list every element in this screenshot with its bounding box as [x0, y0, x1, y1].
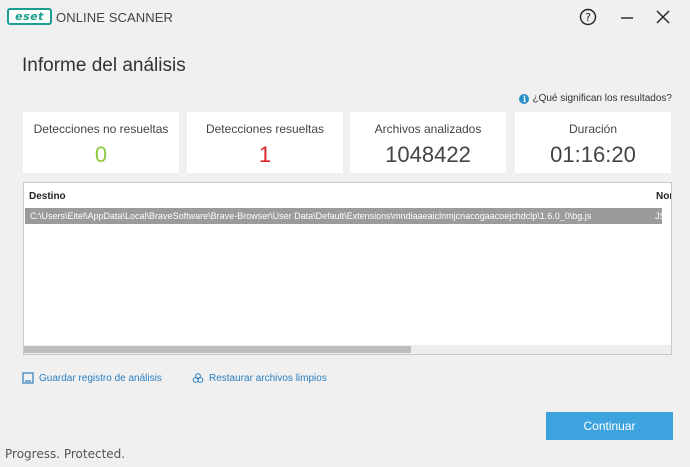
continue-button[interactable]: Continuar — [546, 412, 673, 440]
stat-value: 01:16:20 — [550, 142, 636, 167]
stat-duration: Duración 01:16:20 — [515, 112, 671, 173]
column-header-nombre[interactable]: Nombre — [656, 191, 671, 202]
stat-label: Duración — [568, 122, 618, 136]
row-path: C:\Users\Eitel\AppData\Local\BraveSoftwa… — [30, 211, 592, 221]
biohazard-icon — [192, 373, 204, 383]
close-button[interactable] — [652, 6, 674, 28]
stat-value: 0 — [94, 142, 108, 167]
close-icon — [656, 10, 670, 24]
detections-table[interactable]: Destino Nombre C:\Users\Eitel\AppData\Lo… — [23, 182, 672, 355]
stat-unresolved: Detecciones no resueltas 0 — [23, 112, 179, 173]
stat-value: 1048422 — [385, 142, 471, 167]
svg-text:?: ? — [585, 11, 591, 24]
row-name: JS — [655, 211, 662, 221]
restore-clean-files-link[interactable]: Restaurar archivos limpios — [192, 372, 327, 384]
save-log-icon — [22, 372, 34, 384]
app-name: ONLINE SCANNER — [56, 10, 173, 25]
stats-panel: Detecciones no resueltas 0 Detecciones r… — [23, 112, 673, 173]
title-bar: eset ONLINE SCANNER ? — [0, 0, 690, 32]
column-header-destino[interactable]: Destino — [29, 191, 66, 202]
minimize-icon — [621, 17, 633, 19]
info-icon: i — [519, 93, 530, 104]
help-icon: ? — [579, 8, 597, 26]
table-header: Destino Nombre — [24, 183, 671, 207]
eset-logo: eset — [7, 8, 52, 25]
save-log-label: Guardar registro de análisis — [39, 372, 162, 384]
stat-resolved: Detecciones resueltas 1 — [187, 112, 343, 173]
page-title: Informe del análisis — [22, 55, 186, 76]
results-help-link[interactable]: i ¿Qué significan los resultados? — [519, 93, 672, 104]
table-row[interactable]: C:\Users\Eitel\AppData\Local\BraveSoftwa… — [25, 208, 662, 224]
minimize-button[interactable] — [616, 6, 638, 28]
stat-label: Archivos analizados — [374, 122, 482, 136]
save-log-link[interactable]: Guardar registro de análisis — [22, 372, 162, 384]
stat-value: 1 — [258, 142, 272, 167]
help-button[interactable]: ? — [577, 6, 599, 28]
stat-files-scanned: Archivos analizados 1048422 — [350, 112, 506, 173]
restore-clean-files-label: Restaurar archivos limpios — [209, 372, 327, 384]
scrollbar-thumb[interactable] — [24, 346, 411, 353]
stat-label: Detecciones no resueltas — [33, 122, 169, 136]
footer-tagline: Progress. Protected. — [5, 447, 126, 461]
results-help-label: ¿Qué significan los resultados? — [532, 93, 672, 104]
stat-label: Detecciones resueltas — [205, 122, 325, 136]
horizontal-scrollbar[interactable] — [24, 345, 671, 354]
